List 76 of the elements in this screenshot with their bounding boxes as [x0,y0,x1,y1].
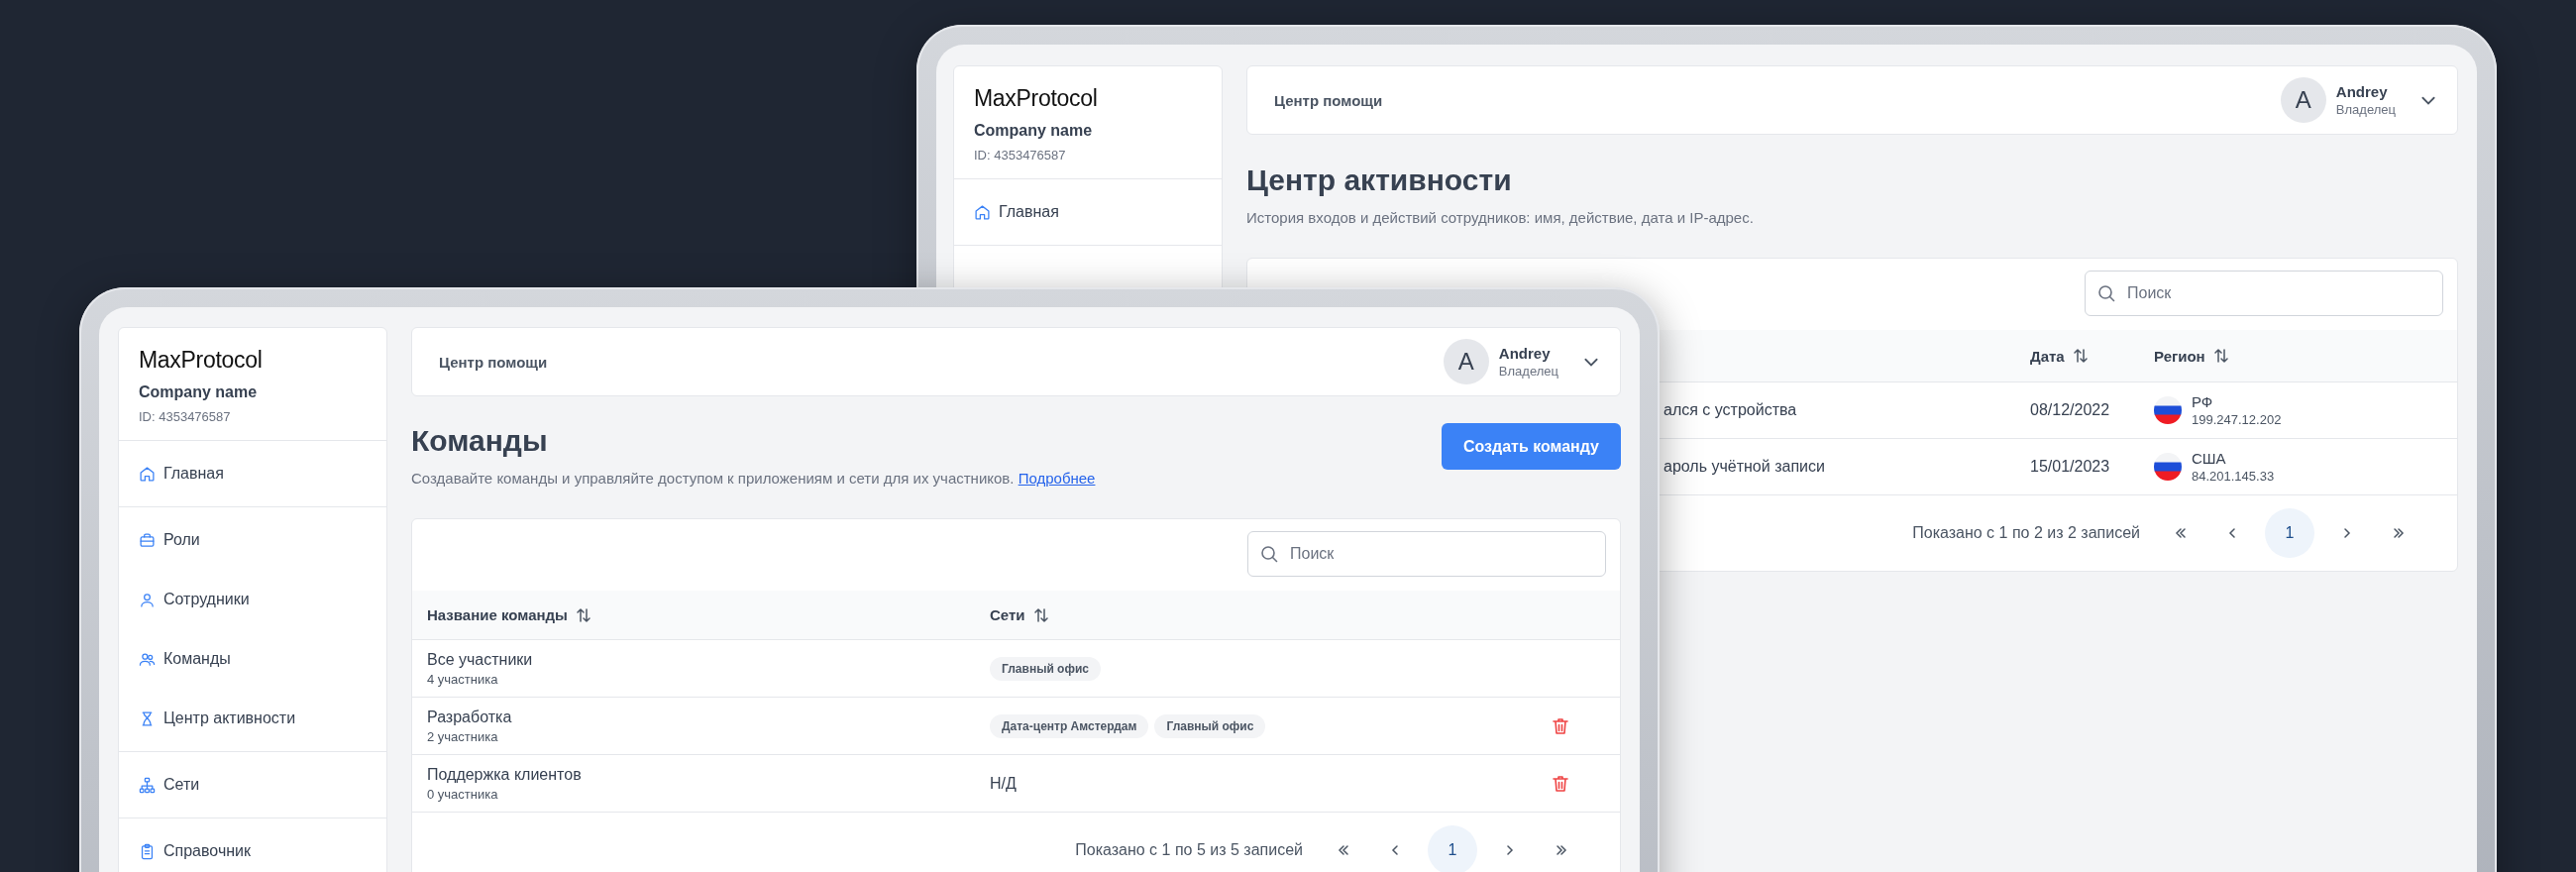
sort-icon[interactable] [1032,606,1049,623]
page-title: Центр активности [1246,163,1513,198]
team-name: Разработка [427,708,513,726]
avatar: A [2280,77,2326,123]
company-id: ID: 4353476587 [139,409,232,424]
team-name: Поддержка клиентов [427,765,583,784]
briefcase-icon [139,531,156,549]
user-role: Владелец [1498,364,1558,379]
search-field[interactable]: Поиск [2085,271,2443,316]
table-cell-text: ался с устройства [1664,401,1798,419]
network-icon [139,776,156,794]
nav-item[interactable]: Главная [954,182,1222,242]
date-cell-text: 08/12/2022 [2030,401,2111,419]
page-description: Создавайте команды и управляйте доступом к приложениям и сети для их участников. Подробнее [411,469,1096,489]
user-icon [139,591,156,608]
help-center-link[interactable]: Центр помощи [1274,91,1383,109]
table-cell: Н/Д [990,774,1017,793]
flag-icon [2154,453,2182,481]
user-role: Владелец [2335,102,2396,117]
column-header: Дата [2030,347,2065,365]
home-icon [139,465,156,483]
search-icon [1259,544,1279,564]
date-cell-text: 15/01/2023 [2030,458,2111,476]
logo: MaxProtocol [974,84,1099,112]
sort-icon[interactable] [2072,348,2089,364]
double-chevron-left-icon [2173,525,2189,541]
nav-item[interactable]: Главная [119,444,386,503]
user-name: Andrey [1498,345,1552,362]
region-name: США [2192,450,2227,467]
double-chevron-right-icon [1554,842,1569,858]
column-header: Сети [990,606,1025,623]
search-field[interactable]: Поиск [1247,531,1606,577]
nav-item[interactable]: Сети [119,755,386,815]
trash-icon[interactable] [1551,773,1570,794]
nav-item[interactable]: Команды [119,629,386,689]
nav-item[interactable]: Сотрудники [119,570,386,629]
column-header: Регион [2154,347,2205,365]
network-tag: Главный офис [990,656,1101,681]
pagination-summary: Показано с 1 по 2 из 2 записей [1912,524,2140,542]
column-header: Название команды [427,606,568,623]
clipboard-icon [139,842,156,860]
avatar: A [1443,339,1489,384]
ip-address: 199.247.12.202 [2192,412,2282,427]
search-icon [2096,283,2116,303]
page-description: История входов и действий сотрудников: имя, действие, дата и IP-адрес. [1246,208,1755,228]
flag-icon [2154,396,2182,424]
nav-item[interactable]: Центр активности [119,689,386,748]
help-center-link[interactable]: Центр помощи [439,353,548,371]
member-count: 4 участника [427,671,499,687]
sort-icon[interactable] [2212,348,2229,364]
double-chevron-right-icon [2391,525,2407,541]
network-tag: Дата-центр Амстердам [990,713,1149,738]
company-name: Company name [974,122,1094,140]
page-button[interactable]: 1 [1428,825,1477,872]
table-cell-text: ароль учётной записи [1664,458,1826,476]
double-chevron-left-icon [1336,842,1351,858]
create-team-button[interactable]: Создать команду [1441,423,1621,470]
member-count: 0 участника [427,786,499,802]
page-button[interactable]: 1 [2265,508,2314,558]
company-id: ID: 4353476587 [974,148,1067,163]
home-icon [974,203,991,221]
page-title: Команды [411,423,549,459]
user-name: Andrey [2335,83,2389,100]
network-tag: Главный офис [1154,713,1266,738]
ip-address: 84.201.145.33 [2192,469,2275,484]
region-name: РФ [2192,393,2214,410]
team-name: Все участники [427,650,534,669]
learn-more-link[interactable]: Подробнее [1018,470,1096,487]
member-count: 2 участника [427,728,499,744]
trash-icon[interactable] [1551,715,1570,736]
logo: MaxProtocol [139,346,264,374]
nav-item[interactable]: Справочник [119,821,386,872]
sort-icon[interactable] [575,606,591,623]
pagination-summary: Показано с 1 по 5 из 5 записей [1075,841,1303,859]
nav-item[interactable]: Роли [119,510,386,570]
company-name: Company name [139,383,259,401]
